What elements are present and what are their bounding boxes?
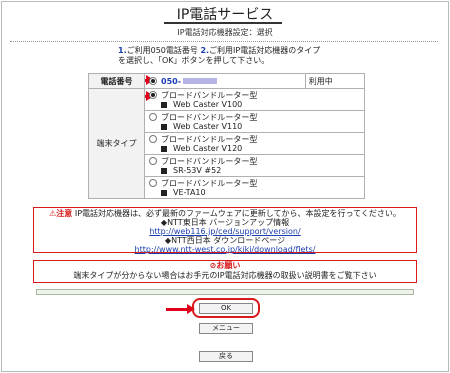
phone-status: 利用中 xyxy=(304,73,366,89)
menu-button[interactable]: メニュー xyxy=(199,323,253,334)
terminal-option[interactable]: ブロードバンドルーター型 Web Caster V100 xyxy=(145,89,364,111)
ok-button[interactable]: OK xyxy=(199,303,253,314)
step2-number: 2. xyxy=(200,46,210,55)
west-link[interactable]: http://www.ntt-west.co.jp/kiki/download/… xyxy=(135,245,316,254)
terminal-radio[interactable] xyxy=(149,135,157,143)
phone-radio[interactable] xyxy=(149,77,157,85)
back-button[interactable]: 戻る xyxy=(199,351,253,362)
bullet-icon xyxy=(161,101,167,108)
step1-text: ご利用050電話番号 xyxy=(126,46,198,55)
step2-text: ご利用IP電話対応機器のタイプ xyxy=(209,46,321,55)
terminal-radio[interactable] xyxy=(149,113,157,121)
request-badge: お願い xyxy=(216,261,241,270)
terminal-type-row: 端末タイプ ブロードバンドルーター型 Web Caster V100 ブロードバ… xyxy=(88,88,365,199)
notice-box: ⚠注意 IP電話対応機器は、必ず最新のファームウェアに更新してから、本設定を行っ… xyxy=(33,207,417,254)
terminal-radio[interactable] xyxy=(149,91,157,99)
instruction-line-1: 1.ご利用050電話番号 2.ご利用IP電話対応機器のタイプ xyxy=(118,46,348,56)
option-model: VE-TA10 xyxy=(173,188,206,197)
bullet-icon xyxy=(161,167,167,174)
instructions: 1.ご利用050電話番号 2.ご利用IP電話対応機器のタイプ を選択し、「OK」… xyxy=(118,46,348,66)
east-link[interactable]: http://web116.jp/ced/support/version/ xyxy=(149,227,300,236)
east-heading: ◆NTT東日本 バージョンアップ情報 xyxy=(160,218,290,227)
option-model: Web Caster V110 xyxy=(173,122,243,131)
selection-table: 電話番号 050- 利用中 端末タイプ ブロードバンドルーター型 Web Cas… xyxy=(88,73,366,199)
page-subtitle: IP電話対応機器設定：選択 xyxy=(177,28,273,37)
phone-label: 電話番号 xyxy=(88,73,145,89)
option-type: ブロードバンドルーター型 xyxy=(161,178,258,188)
page-title: IP電話サービス xyxy=(176,7,274,23)
title-underline xyxy=(164,22,282,24)
option-model: Web Caster V100 xyxy=(173,100,243,109)
step1-number: 1. xyxy=(118,46,127,55)
terminal-type-label: 端末タイプ xyxy=(88,88,145,199)
bullet-icon xyxy=(161,123,167,130)
option-model: Web Caster V120 xyxy=(173,144,243,153)
bullet-icon xyxy=(161,145,167,152)
option-type: ブロードバンドルーター型 xyxy=(161,90,258,100)
terminal-type-options: ブロードバンドルーター型 Web Caster V100 ブロードバンドルーター… xyxy=(144,88,365,199)
terminal-option[interactable]: ブロードバンドルーター型 SR-53V #52 xyxy=(145,155,364,177)
notice-line: ⚠注意 IP電話対応機器は、必ず最新のファームウェアに更新してから、本設定を行っ… xyxy=(34,209,416,218)
terminal-option[interactable]: ブロードバンドルーター型 Web Caster V120 xyxy=(145,133,364,155)
notice-badge: 注意 xyxy=(56,209,73,218)
option-type: ブロードバンドルーター型 xyxy=(161,112,258,122)
instruction-line-2: を選択し、「OK」ボタンを押して下さい。 xyxy=(118,56,270,65)
phone-number-masked xyxy=(183,78,218,84)
bullet-icon xyxy=(161,189,167,196)
phone-number: 050- xyxy=(161,76,182,86)
phone-row: 電話番号 050- 利用中 xyxy=(88,73,366,89)
terminal-radio[interactable] xyxy=(149,179,157,187)
terminal-radio[interactable] xyxy=(149,157,157,165)
phone-cell: 050- xyxy=(144,73,306,89)
terminal-option[interactable]: ブロードバンドルーター型 VE-TA10 xyxy=(145,177,364,198)
request-box: ⊘お願い 端末タイプが分からない場合はお手元のIP電話対応機器の取扱い説明書をご… xyxy=(33,260,417,283)
progress-bar xyxy=(36,289,414,295)
option-type: ブロードバンドルーター型 xyxy=(161,134,258,144)
notice-text: IP電話対応機器は、必ず最新のファームウェアに更新してから、本設定を行ってくださ… xyxy=(74,209,401,218)
option-model: SR-53V #52 xyxy=(173,166,222,175)
arrow-ok-icon xyxy=(166,304,195,314)
request-text: 端末タイプが分からない場合はお手元のIP電話対応機器の取扱い説明書をご覧下さい xyxy=(73,271,377,280)
divider xyxy=(10,41,438,42)
option-type: ブロードバンドルーター型 xyxy=(161,156,258,166)
terminal-option[interactable]: ブロードバンドルーター型 Web Caster V110 xyxy=(145,111,364,133)
west-heading: ◆NTT西日本 ダウンロードページ xyxy=(164,236,286,245)
